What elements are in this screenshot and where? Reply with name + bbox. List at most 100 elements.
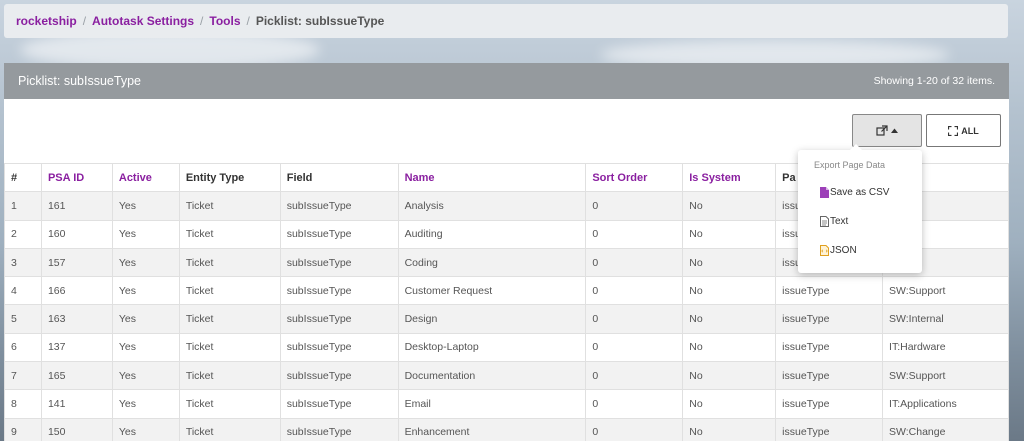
table-row[interactable]: 6 137 Yes Ticket subIssueType Desktop-Laptop 0… <box>4 332 1009 363</box>
column-header-is-system[interactable]: Is System <box>682 162 777 193</box>
table-row[interactable]: 9 150 Yes Ticket subIssueType Enhancement 0 No i… <box>4 417 1009 441</box>
export-menu-header: Export Page Data <box>814 160 886 170</box>
export-text-option[interactable]: Text <box>798 207 922 236</box>
cell-index: 8 <box>4 389 42 419</box>
column-header-name[interactable]: Name <box>397 162 587 193</box>
cell-is-system: No <box>682 219 777 249</box>
cell-entity-type: Ticket <box>178 219 281 249</box>
cell-parent-name: IT:Applications <box>882 389 1009 419</box>
breadcrumb-link-rocketship[interactable]: rocketship <box>16 14 77 28</box>
column-header-field: Field <box>279 162 399 193</box>
cell-active: Yes <box>111 361 180 391</box>
table-row[interactable]: 7 165 Yes Ticket subIssueType Documentation 0 N… <box>4 361 1009 391</box>
csv-file-icon <box>820 187 829 198</box>
cell-name: Analysis <box>397 191 587 221</box>
cell-entity-type: Ticket <box>178 417 281 441</box>
cell-parent: issueType <box>775 389 884 419</box>
cell-parent-name: IT:Hardware <box>882 332 1009 363</box>
cell-active: Yes <box>111 219 180 249</box>
cell-entity-type: Ticket <box>178 332 281 363</box>
cell-entity-type: Ticket <box>178 304 281 334</box>
cell-psa-id: 141 <box>40 389 113 419</box>
cell-entity-type: Ticket <box>178 276 281 306</box>
cell-active: Yes <box>111 276 180 306</box>
cell-is-system: No <box>682 389 777 419</box>
cell-is-system: No <box>682 332 777 363</box>
cell-entity-type: Ticket <box>178 361 281 391</box>
breadcrumb-link-tools[interactable]: Tools <box>209 14 240 28</box>
cell-field: subIssueType <box>279 361 399 391</box>
breadcrumb-current: Picklist: subIssueType <box>255 14 385 28</box>
export-dropdown-menu: Export Page Data Save as CSV Text JSON <box>798 144 922 273</box>
column-header-active[interactable]: Active <box>111 162 180 193</box>
cell-sort-order: 0 <box>585 276 684 306</box>
cell-is-system: No <box>682 304 777 334</box>
cell-active: Yes <box>111 389 180 419</box>
cell-parent-name: SW:Change <box>882 417 1009 441</box>
cell-active: Yes <box>111 247 180 278</box>
export-csv-option[interactable]: Save as CSV <box>798 178 922 207</box>
show-all-button[interactable]: ALL <box>926 114 1001 147</box>
export-json-label: JSON <box>830 245 857 256</box>
cell-entity-type: Ticket <box>178 389 281 419</box>
breadcrumb-separator: / <box>200 14 204 28</box>
cell-active: Yes <box>111 417 180 441</box>
pagination-summary: Showing 1-20 of 32 items. <box>873 75 995 87</box>
cell-entity-type: Ticket <box>178 247 281 278</box>
cell-sort-order: 0 <box>585 389 684 419</box>
cell-is-system: No <box>682 191 777 221</box>
cell-parent-name: SW:Support <box>882 276 1009 306</box>
cell-psa-id: 150 <box>40 417 113 441</box>
cell-parent: issueType <box>775 332 884 363</box>
cell-sort-order: 0 <box>585 361 684 391</box>
cell-index: 3 <box>4 247 42 278</box>
panel-header: Picklist: subIssueType Showing 1-20 of 3… <box>4 63 1009 99</box>
table-row[interactable]: 5 163 Yes Ticket subIssueType Design 0 No issueT… <box>4 304 1009 334</box>
cell-parent: issueType <box>775 276 884 306</box>
column-header-psa-id[interactable]: PSA ID <box>40 162 113 193</box>
column-header-index: # <box>4 162 42 193</box>
cell-field: subIssueType <box>279 389 399 419</box>
cell-field: subIssueType <box>279 276 399 306</box>
cell-field: subIssueType <box>279 247 399 278</box>
panel-title: Picklist: subIssueType <box>18 74 141 88</box>
cell-psa-id: 163 <box>40 304 113 334</box>
expand-icon <box>948 125 959 136</box>
cell-active: Yes <box>111 191 180 221</box>
cell-sort-order: 0 <box>585 247 684 278</box>
json-file-icon <box>820 245 829 256</box>
cell-index: 5 <box>4 304 42 334</box>
cell-sort-order: 0 <box>585 219 684 249</box>
cell-sort-order: 0 <box>585 332 684 363</box>
cell-parent: issueType <box>775 304 884 334</box>
cell-parent: issueType <box>775 417 884 441</box>
export-json-option[interactable]: JSON <box>798 236 922 265</box>
cell-field: subIssueType <box>279 219 399 249</box>
column-header-sort-order[interactable]: Sort Order <box>585 162 684 193</box>
cell-entity-type: Ticket <box>178 191 281 221</box>
table-row[interactable]: 4 166 Yes Ticket subIssueType Customer Reques… <box>4 276 1009 306</box>
cell-name: Customer Request <box>397 276 587 306</box>
cell-index: 6 <box>4 332 42 363</box>
breadcrumb-separator: / <box>246 14 250 28</box>
cell-psa-id: 165 <box>40 361 113 391</box>
cell-is-system: No <box>682 361 777 391</box>
cell-name: Coding <box>397 247 587 278</box>
cell-field: subIssueType <box>279 304 399 334</box>
external-link-icon <box>876 124 888 136</box>
export-button[interactable] <box>852 114 922 147</box>
cell-name: Desktop-Laptop <box>397 332 587 363</box>
cell-is-system: No <box>682 276 777 306</box>
cell-active: Yes <box>111 304 180 334</box>
cell-is-system: No <box>682 417 777 441</box>
table-row[interactable]: 8 141 Yes Ticket subIssueType Email 0 No issueTy… <box>4 389 1009 419</box>
column-header-entity-type: Entity Type <box>178 162 281 193</box>
cell-name: Auditing <box>397 219 587 249</box>
breadcrumb-link-autotask-settings[interactable]: Autotask Settings <box>92 14 194 28</box>
cell-name: Design <box>397 304 587 334</box>
cell-parent: issueType <box>775 361 884 391</box>
cell-psa-id: 160 <box>40 219 113 249</box>
caret-up-icon <box>891 128 898 133</box>
cell-sort-order: 0 <box>585 417 684 441</box>
cell-psa-id: 166 <box>40 276 113 306</box>
